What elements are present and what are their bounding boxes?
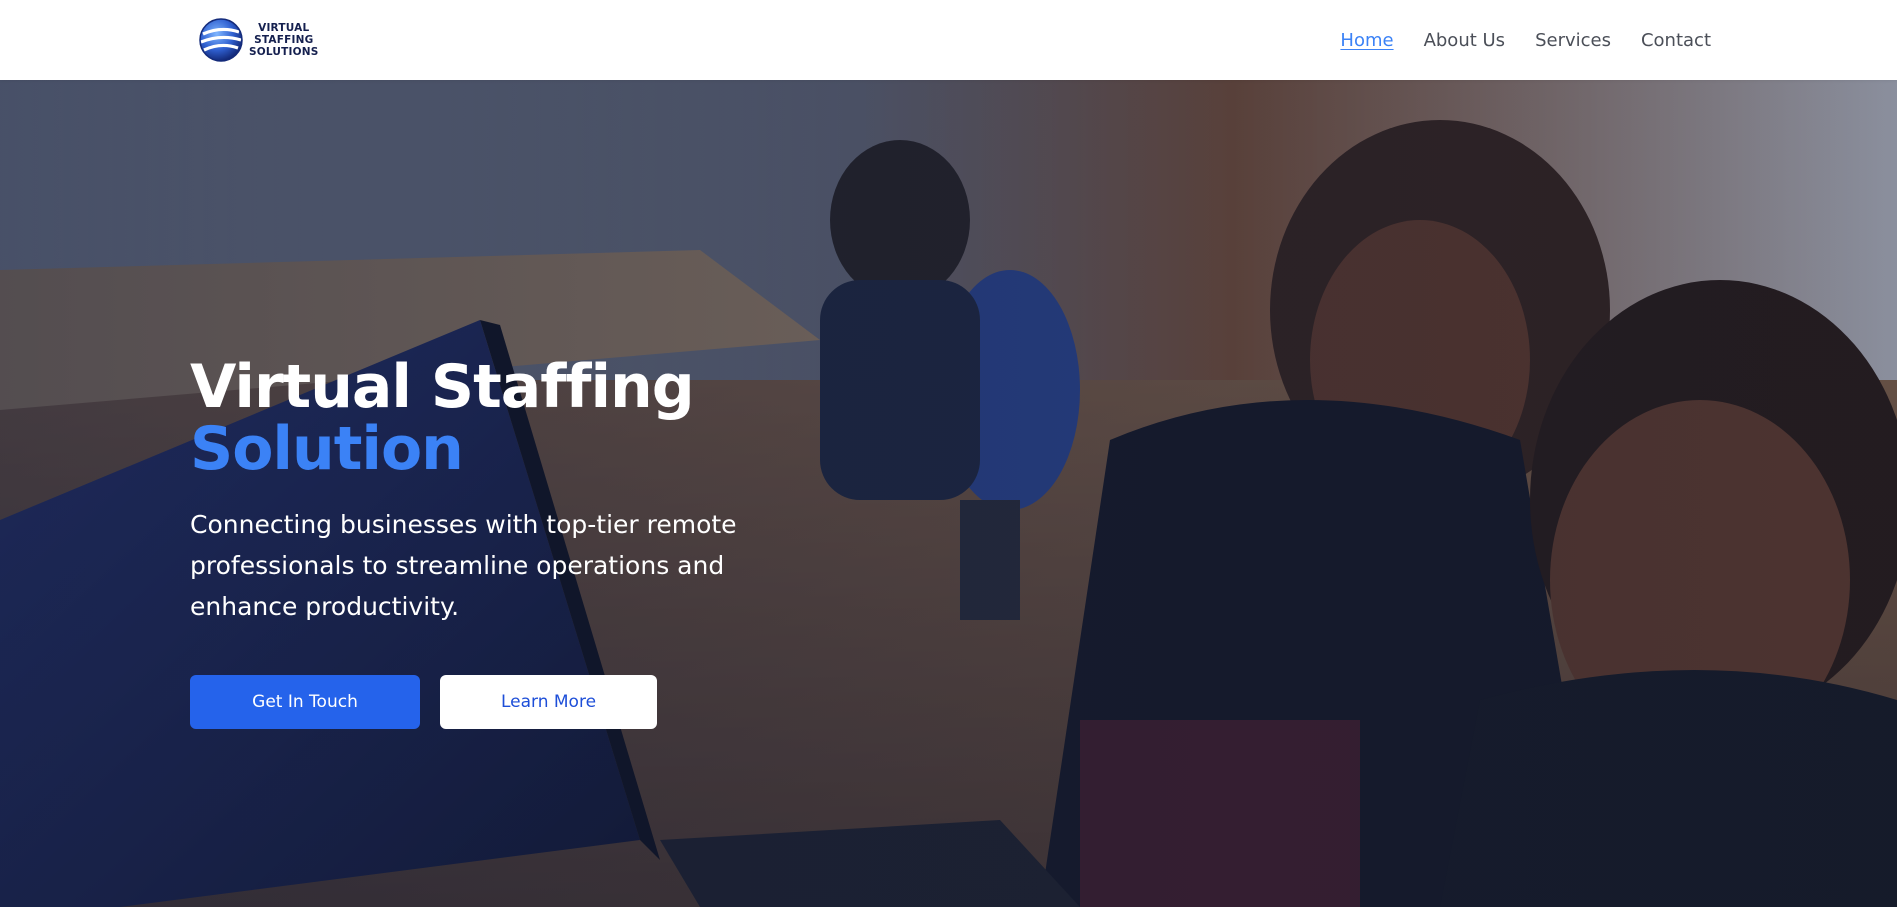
hero-subtitle: Connecting businesses with top-tier remo… [190, 510, 737, 621]
nav-link-home[interactable]: Home [1340, 30, 1393, 51]
nav-link-contact[interactable]: Contact [1641, 30, 1711, 51]
main-nav: Home About Us Services Contact [1340, 30, 1711, 51]
logo-wordmark: VIRTUAL STAFFING SOLUTIONS [249, 22, 318, 58]
hero-content: Virtual Staffing Solution Connecting bus… [190, 356, 810, 729]
globe-logo-icon [199, 18, 243, 62]
site-header: VIRTUAL STAFFING SOLUTIONS Home About Us… [0, 0, 1897, 80]
hero-title-line-1: Virtual Staffing [190, 352, 695, 422]
logo-line-1: VIRTUAL [258, 22, 310, 34]
nav-link-about-us[interactable]: About Us [1424, 30, 1506, 51]
hero-title: Virtual Staffing Solution [190, 356, 810, 480]
site-logo[interactable]: VIRTUAL STAFFING SOLUTIONS [197, 16, 318, 64]
hero-buttons: Get In Touch Learn More [190, 675, 810, 729]
logo-line-3: SOLUTIONS [249, 46, 319, 58]
logo-line-2: STAFFING [254, 34, 314, 46]
nav-link-services[interactable]: Services [1535, 30, 1611, 51]
learn-more-button[interactable]: Learn More [440, 675, 657, 729]
hero-title-accent: Solution [190, 414, 464, 484]
get-in-touch-button[interactable]: Get In Touch [190, 675, 420, 729]
hero-section: Virtual Staffing Solution Connecting bus… [0, 80, 1897, 907]
